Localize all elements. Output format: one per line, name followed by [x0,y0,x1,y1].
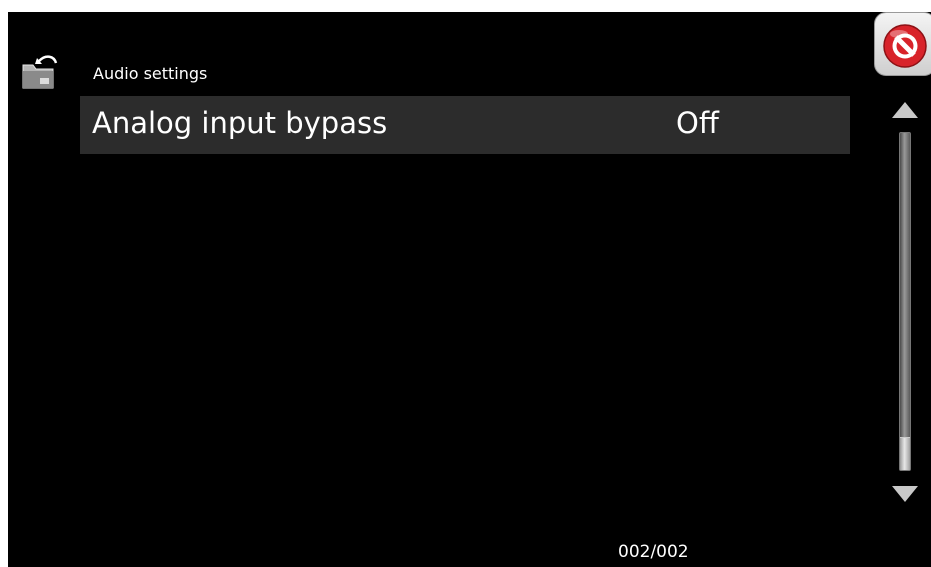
menu-item-value: Off [676,106,719,140]
menu-item-analog-input-bypass[interactable]: Analog input bypass Off [80,96,850,154]
scrollbar-thumb[interactable] [900,437,910,470]
menu-item-label: Analog input bypass [92,106,388,140]
scrollbar-track[interactable] [899,132,911,471]
scroll-down-button[interactable] [889,482,921,504]
folder-back-icon[interactable] [20,52,60,92]
settings-screen: Audio settings Analog input bypass Off 0… [8,12,931,567]
page-counter: 002/002 [618,542,689,562]
prohibited-icon [883,24,927,68]
triangle-up-icon [892,102,918,118]
triangle-down-icon [892,486,918,502]
scroll-up-button[interactable] [889,100,921,122]
close-button[interactable] [874,12,931,76]
page-title: Audio settings [93,64,208,83]
